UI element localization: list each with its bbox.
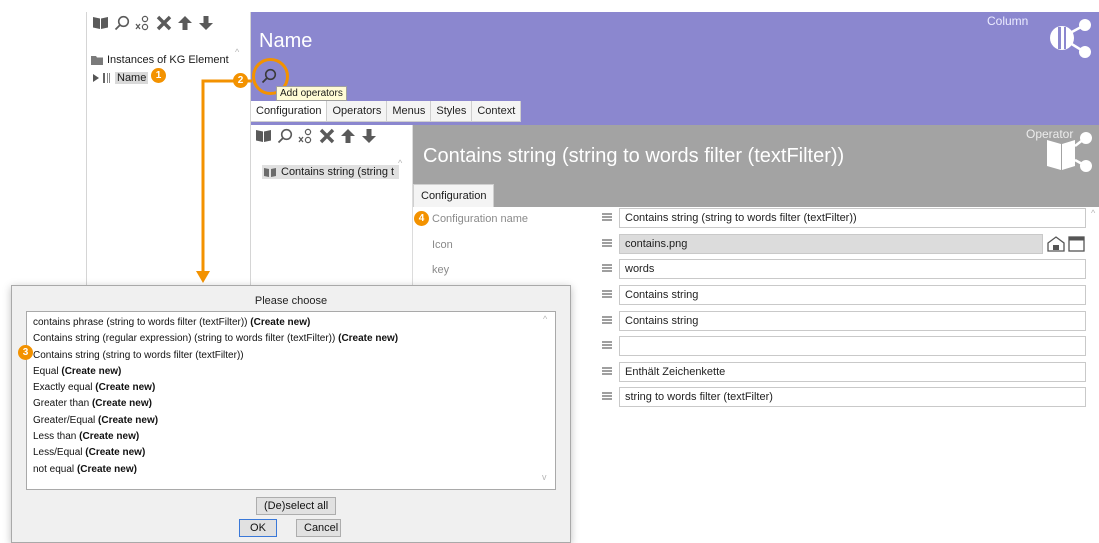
column-item-icon [102,73,112,83]
tree-item-label: Name [115,72,149,84]
scroll-up-icon[interactable]: ^ [1091,208,1095,218]
list-item[interactable]: Exactly equal (Create new) [33,380,549,396]
search-icon[interactable] [276,127,293,144]
row-menu-icon[interactable] [602,366,612,376]
label-de-field[interactable]: Enthält Zeichenkette [619,362,1086,382]
tab-menus[interactable]: Menus [387,101,432,121]
scroll-down-icon[interactable]: v [542,472,547,482]
list-item[interactable]: Equal (Create new) [33,364,549,380]
choice-list: contains phrase (string to words filter … [26,311,556,490]
operator-type-icon [1044,128,1094,178]
move-down-icon[interactable] [197,14,214,31]
key-field[interactable]: words [619,259,1086,279]
column-type-icon [1046,16,1096,66]
filter-x-icon[interactable] [297,127,314,144]
tree-item-name[interactable]: Name [93,72,149,84]
empty-field[interactable] [619,336,1086,356]
tooltip: Add operators [276,86,347,101]
column-title: Name [259,30,313,52]
please-choose-dialog: Please choose contains phrase (string to… [11,285,571,543]
cancel-button[interactable]: Cancel [296,519,341,537]
move-up-icon[interactable] [176,14,193,31]
annotation-connector [196,79,252,283]
list-item[interactable]: Contains string (string to words filter … [33,348,549,364]
tab-context[interactable]: Context [472,101,522,121]
delete-icon[interactable] [155,14,172,31]
operator-title: Contains string (string to words filter … [423,145,845,167]
list-item[interactable]: contains phrase (string to words filter … [33,315,549,331]
list-item[interactable]: Less/Equal (Create new) [33,445,549,461]
column-type-label: Column [987,14,1029,28]
prop-label-icon: Icon [432,239,453,251]
outer-toolbar [92,14,214,31]
filter-x-icon[interactable] [134,14,151,31]
scroll-up-icon[interactable]: ^ [543,314,547,324]
tree-root-label: Instances of KG Element [107,54,229,66]
label-field[interactable]: Contains string [619,285,1086,305]
folder-icon [91,55,103,65]
dialog-title: Please choose [254,295,328,307]
step-badge-3: 3 [18,345,33,360]
step-badge-4: 4 [414,211,429,226]
row-menu-icon[interactable] [602,340,612,350]
list-item[interactable]: Less than (Create new) [33,429,549,445]
row-menu-icon[interactable] [602,315,612,325]
book-icon[interactable] [92,14,109,31]
row-menu-icon[interactable] [602,263,612,273]
search-icon[interactable] [113,14,130,31]
row-menu-icon[interactable] [602,238,612,248]
list-item[interactable]: Greater than (Create new) [33,396,549,412]
operator-toolbar [255,127,377,144]
icon-field[interactable]: contains.png [619,234,1043,254]
tree-root[interactable]: Instances of KG Element [91,54,229,66]
configuration-name-field[interactable]: Contains string (string to words filter … [619,208,1086,228]
tab-operators[interactable]: Operators [327,101,388,121]
step-badge-2: 2 [233,73,248,88]
prop-label-configuration-name: Configuration name [432,213,529,225]
column-tabs: Configuration Operators Menus Styles Con… [251,101,522,122]
row-menu-icon[interactable] [602,212,612,222]
tab-operator-configuration[interactable]: Configuration [413,184,495,207]
row-menu-icon[interactable] [602,391,612,401]
move-up-icon[interactable] [339,127,356,144]
label-en-field[interactable]: Contains string [619,311,1086,331]
window-icon[interactable] [1068,236,1085,252]
filter-field[interactable]: string to words filter (textFilter) [619,387,1086,407]
scroll-up-icon[interactable]: ^ [235,47,239,57]
list-item[interactable]: not equal (Create new) [33,462,549,478]
scroll-up-icon[interactable]: ^ [398,158,402,168]
tab-styles[interactable]: Styles [431,101,473,121]
prop-label-key: key [432,264,450,276]
expand-arrow-icon[interactable] [93,74,99,82]
list-item[interactable]: Greater/Equal (Create new) [33,413,549,429]
ok-button[interactable]: OK [239,519,277,537]
step-badge-1: 1 [151,68,166,83]
row-menu-icon[interactable] [602,289,612,299]
operator-list-item-label: Contains string (string t [281,166,395,178]
deselect-all-button[interactable]: (De)select all [256,497,337,515]
operator-list-item[interactable]: Contains string (string t [262,165,399,179]
choose-icon-icon[interactable] [1047,236,1065,252]
move-down-icon[interactable] [360,127,377,144]
list-item[interactable]: Contains string (regular expression) (st… [33,331,549,347]
delete-icon[interactable] [318,127,335,144]
